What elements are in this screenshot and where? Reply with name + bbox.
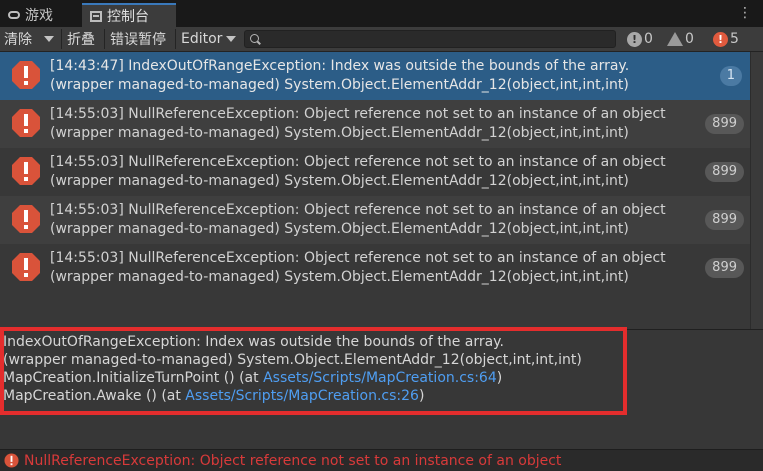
search-input[interactable]	[263, 31, 603, 47]
log-entry-line1: [14:55:03] NullReferenceException: Objec…	[50, 202, 666, 218]
search-icon	[250, 34, 259, 43]
info-filter-toggle[interactable]: ! 0	[627, 29, 653, 49]
chevron-down-icon	[226, 36, 237, 42]
log-entry-line2: (wrapper managed-to-managed) System.Obje…	[50, 77, 629, 93]
log-entry-count-badge: 899	[705, 210, 744, 230]
info-count: 0	[644, 31, 653, 47]
error-octagon-icon	[12, 109, 40, 137]
warning-count: 0	[685, 31, 694, 47]
toolbar-divider	[104, 29, 105, 49]
log-entry-count-badge: 899	[705, 114, 744, 134]
log-entry-line2: (wrapper managed-to-managed) System.Obje…	[50, 221, 629, 237]
log-entry-line2: (wrapper managed-to-managed) System.Obje…	[50, 125, 629, 141]
info-icon: !	[627, 31, 642, 47]
annotation-highlight-box	[0, 327, 627, 415]
error-octagon-icon	[12, 253, 40, 281]
log-entry[interactable]: [14:55:03] NullReferenceException: Objec…	[0, 100, 750, 148]
log-entry-count-badge: 899	[705, 258, 744, 278]
log-entry-count-badge: 899	[705, 162, 744, 182]
collapse-label: 折叠	[67, 32, 95, 48]
error-filter-toggle[interactable]: ! 5	[713, 29, 739, 49]
status-bar[interactable]: NullReferenceException: Object reference…	[0, 449, 763, 471]
tab-console-label: 控制台	[107, 9, 149, 25]
log-entry-text: [14:55:03] NullReferenceException: Objec…	[50, 201, 696, 239]
log-entry-line2: (wrapper managed-to-managed) System.Obje…	[50, 269, 629, 285]
log-entry[interactable]: [14:55:03] NullReferenceException: Objec…	[0, 196, 750, 244]
error-octagon-icon	[12, 61, 40, 89]
error-pause-toggle[interactable]: 错误暂停	[110, 27, 166, 51]
log-entry-count-badge: 1	[719, 66, 742, 86]
warning-icon	[667, 32, 683, 46]
log-entry[interactable]: [14:55:03] NullReferenceException: Objec…	[0, 148, 750, 196]
log-entry-text: [14:55:03] NullReferenceException: Objec…	[50, 105, 696, 143]
error-icon	[4, 453, 19, 468]
log-entry-line1: [14:43:47] IndexOutOfRangeException: Ind…	[50, 58, 630, 74]
tab-console[interactable]: 控制台	[82, 3, 176, 27]
clear-options-dropdown[interactable]	[44, 27, 54, 51]
tab-game[interactable]: 游戏	[0, 3, 80, 27]
log-entry-line1: [14:55:03] NullReferenceException: Objec…	[50, 154, 666, 170]
error-count: 5	[730, 31, 739, 47]
log-list: [14:43:47] IndexOutOfRangeException: Ind…	[0, 52, 750, 292]
editor-label: Editor	[181, 31, 223, 47]
error-pause-label: 错误暂停	[110, 32, 166, 48]
clear-button[interactable]: 清除	[4, 27, 32, 51]
toolbar-divider	[61, 29, 62, 49]
clear-label: 清除	[4, 32, 32, 48]
status-message: NullReferenceException: Object reference…	[24, 453, 562, 469]
search-box[interactable]	[244, 30, 616, 48]
log-entry-text: [14:43:47] IndexOutOfRangeException: Ind…	[50, 57, 696, 95]
log-entry-line1: [14:55:03] NullReferenceException: Objec…	[50, 250, 666, 266]
console-icon	[90, 10, 102, 22]
tab-bar: 游戏 控制台 ⋮	[0, 0, 763, 27]
log-entry-line2: (wrapper managed-to-managed) System.Obje…	[50, 173, 629, 189]
error-octagon-icon	[12, 157, 40, 185]
log-entry[interactable]: [14:55:03] NullReferenceException: Objec…	[0, 244, 750, 292]
log-entry[interactable]: [14:43:47] IndexOutOfRangeException: Ind…	[0, 52, 750, 100]
toolbar-divider	[175, 29, 176, 49]
error-octagon-icon	[12, 205, 40, 233]
log-entry-text: [14:55:03] NullReferenceException: Objec…	[50, 153, 696, 191]
console-toolbar: 清除 折叠 错误暂停 Editor ! 0 0 ! 5	[0, 27, 763, 52]
log-entry-text: [14:55:03] NullReferenceException: Objec…	[50, 249, 696, 287]
gamepad-icon	[8, 11, 20, 19]
warning-filter-toggle[interactable]: 0	[667, 29, 694, 49]
log-entry-line1: [14:55:03] NullReferenceException: Objec…	[50, 106, 666, 122]
tab-game-label: 游戏	[25, 8, 53, 24]
window-menu-icon[interactable]: ⋮	[738, 5, 753, 21]
chevron-down-icon	[44, 36, 54, 42]
error-icon: !	[713, 31, 728, 47]
editor-target-dropdown[interactable]: Editor	[181, 27, 237, 51]
collapse-toggle[interactable]: 折叠	[67, 27, 95, 51]
log-list-scrollbar[interactable]	[750, 52, 763, 330]
